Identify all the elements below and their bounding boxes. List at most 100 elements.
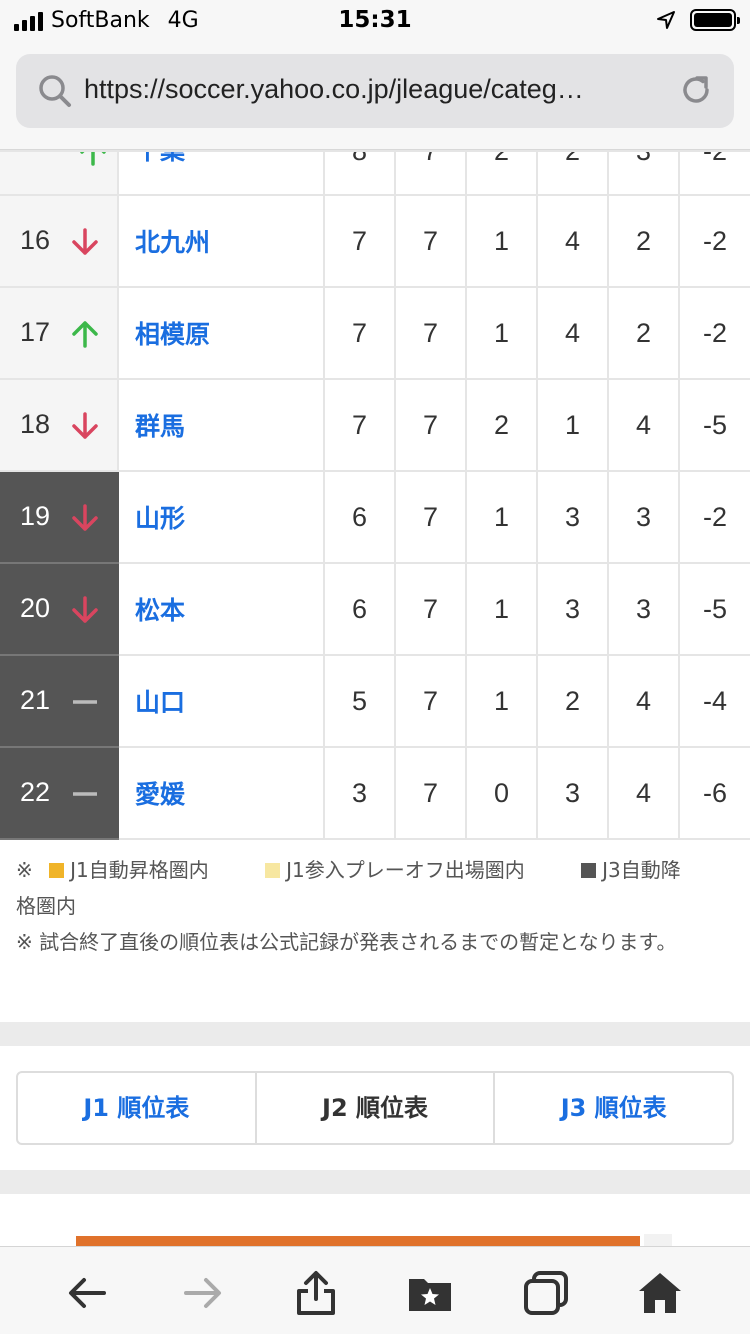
- forward-icon[interactable]: [178, 1269, 226, 1317]
- league-tabs: J1 順位表 J2 順位表 J3 順位表: [16, 1071, 734, 1145]
- stat-cell: 1: [536, 378, 609, 472]
- stat-cell: -2: [678, 194, 750, 288]
- standings-table: 15 千葉 8 7 2 2 3 -2 16北九州77142-217相模原7714…: [0, 150, 750, 840]
- legend-relegation: J3自動降: [602, 858, 681, 882]
- auto-promotion-swatch: [49, 863, 65, 878]
- down-arrow-icon: [72, 596, 98, 623]
- bookmarks-icon[interactable]: [406, 1269, 454, 1317]
- stat-cell: 5: [323, 654, 396, 748]
- team-link[interactable]: 山形: [117, 470, 325, 564]
- stat-cell: -2: [678, 286, 750, 380]
- stat-cell: 1: [465, 470, 538, 564]
- table-row: 22 愛媛 3 7 0 3 4 -6: [0, 746, 750, 840]
- back-icon[interactable]: [64, 1269, 112, 1317]
- stat-cell: 4: [536, 286, 609, 380]
- battery-icon: [690, 9, 740, 31]
- rank-cell: 18: [0, 378, 119, 472]
- reload-icon[interactable]: [678, 72, 714, 108]
- tab-j1[interactable]: J1 順位表: [18, 1073, 257, 1143]
- section-divider: [0, 1170, 750, 1194]
- search-icon: [39, 75, 71, 107]
- table-row: 21 山口 5 7 1 2 4 -4: [0, 654, 750, 748]
- tabs-icon[interactable]: [522, 1269, 570, 1317]
- rank-cell: 21: [0, 654, 119, 748]
- disclaimer: ※ 試合終了直後の順位表は公式記録が発表されるまでの暫定となります。: [16, 930, 677, 954]
- rank: 18: [20, 409, 51, 440]
- team-link[interactable]: 群馬: [117, 378, 325, 472]
- tab-j2[interactable]: J2 順位表: [257, 1073, 496, 1143]
- stat-cell: 7: [394, 378, 467, 472]
- team-link[interactable]: 相模原: [117, 286, 325, 380]
- stat-cell: 3: [607, 562, 680, 656]
- url-text[interactable]: https://soccer.yahoo.co.jp/jleague/categ…: [84, 74, 672, 105]
- stat-cell: 2: [465, 378, 538, 472]
- legend: ※ J1自動昇格圏内 J1参入プレーオフ出場圏内 J3自動降 格圏内: [16, 858, 681, 918]
- stat-cell: 2: [607, 286, 680, 380]
- team-link[interactable]: 北九州: [117, 194, 325, 288]
- stat-cell: 3: [323, 746, 396, 840]
- rank: 20: [20, 593, 51, 624]
- stat-cell: 6: [323, 562, 396, 656]
- stat-cell: 3: [607, 470, 680, 564]
- rank: 16: [20, 225, 51, 256]
- no-change-icon: [73, 700, 97, 704]
- rank-cell: 19: [0, 470, 119, 564]
- location-icon: [657, 11, 675, 29]
- stat-cell: -6: [678, 746, 750, 840]
- rank-cell: 20: [0, 562, 119, 656]
- stat-cell: 7: [394, 654, 467, 748]
- stat-cell: 7: [323, 194, 396, 288]
- stat-cell: 6: [323, 470, 396, 564]
- rank: 19: [20, 501, 51, 532]
- table-row: 19 山形 6 7 1 3 3 -2: [0, 470, 750, 564]
- standings-notes: ※ J1自動昇格圏内 J1参入プレーオフ出場圏内 J3自動降 格圏内 ※ 試合終…: [16, 852, 740, 960]
- browser-toolbar: [0, 1246, 750, 1334]
- team-link[interactable]: 松本: [117, 562, 325, 656]
- down-arrow-icon: [72, 504, 98, 531]
- stat-cell: 1: [465, 194, 538, 288]
- team-link[interactable]: 愛媛: [117, 746, 325, 840]
- team-link[interactable]: 山口: [117, 654, 325, 748]
- rank: 17: [20, 317, 51, 348]
- tab-j3[interactable]: J3 順位表: [495, 1073, 732, 1143]
- clock: 15:31: [338, 7, 412, 33]
- stat-cell: 0: [465, 746, 538, 840]
- no-change-icon: [73, 792, 97, 796]
- browser-header: https://soccer.yahoo.co.jp/jleague/categ…: [0, 42, 750, 150]
- home-icon[interactable]: [636, 1269, 684, 1317]
- stat-cell: 7: [394, 194, 467, 288]
- up-arrow-icon: [72, 321, 98, 348]
- stat-cell: 7: [394, 470, 467, 564]
- stat-cell: 7: [394, 286, 467, 380]
- address-bar[interactable]: https://soccer.yahoo.co.jp/jleague/categ…: [16, 54, 734, 128]
- stat-cell: -5: [678, 562, 750, 656]
- stat-cell: 4: [607, 746, 680, 840]
- stat-cell: -5: [678, 378, 750, 472]
- down-arrow-icon: [72, 412, 98, 439]
- up-arrow-icon: [80, 153, 105, 166]
- stat-cell: 2: [536, 654, 609, 748]
- stat-cell: 2: [607, 194, 680, 288]
- stat-cell: 7: [323, 286, 396, 380]
- rank-cell: 22: [0, 746, 119, 840]
- table-row: 16 北九州 7 7 1 4 2 -2: [0, 194, 750, 288]
- legend-auto-promotion: J1自動昇格圏内: [70, 858, 209, 882]
- stat-cell: 1: [465, 562, 538, 656]
- stat-cell: 1: [465, 286, 538, 380]
- stat-cell: 3: [536, 470, 609, 564]
- stat-cell: -4: [678, 654, 750, 748]
- stat-cell: 3: [536, 562, 609, 656]
- status-bar: SoftBank 4G 15:31: [0, 0, 750, 42]
- playoff-swatch: [265, 863, 281, 878]
- table-row: 15 千葉 8 7 2 2 3 -2: [0, 150, 750, 196]
- table-row: 17 相模原 7 7 1 4 2 -2: [0, 286, 750, 380]
- rank-cell: 17: [0, 286, 119, 380]
- team-link[interactable]: 千葉: [117, 150, 325, 196]
- stat-cell: 1: [465, 654, 538, 748]
- stat-cell: 4: [536, 194, 609, 288]
- stat-cell: 7: [394, 746, 467, 840]
- share-icon[interactable]: [292, 1269, 340, 1317]
- stat-cell: 4: [607, 378, 680, 472]
- rank-cell: 16: [0, 194, 119, 288]
- down-arrow-icon: [72, 228, 98, 255]
